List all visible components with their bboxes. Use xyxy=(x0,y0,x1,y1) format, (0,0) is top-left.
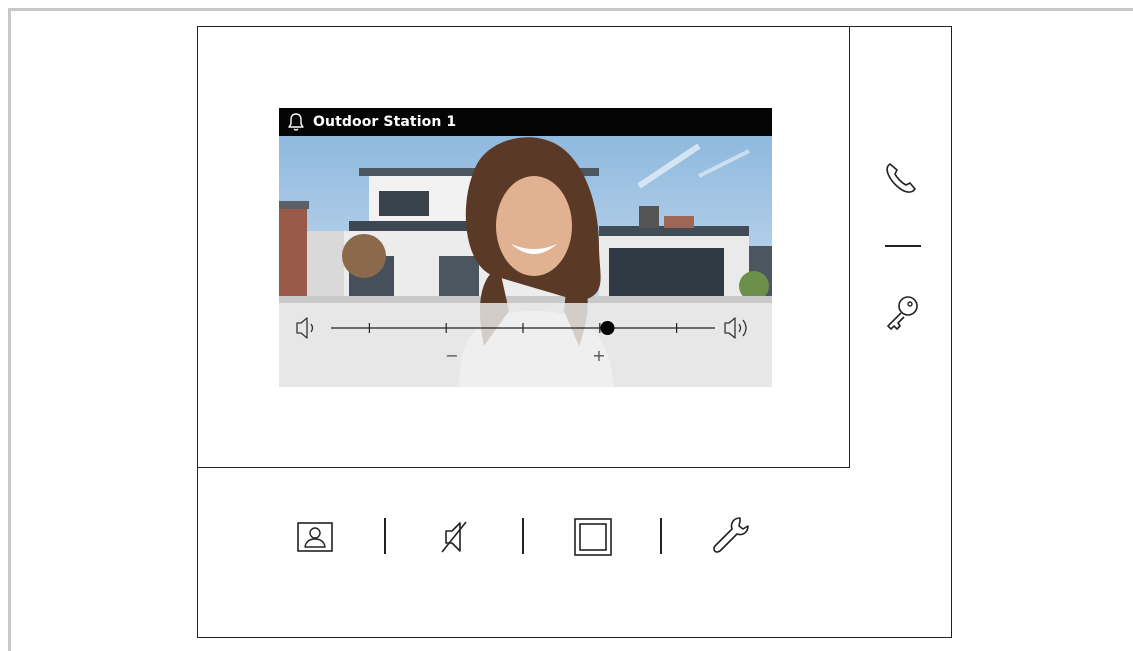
volume-control-bar: − + xyxy=(279,303,772,387)
key-icon[interactable] xyxy=(880,292,922,334)
side-divider xyxy=(885,245,921,247)
bell-icon xyxy=(288,113,304,131)
volume-minus-label[interactable]: − xyxy=(445,346,458,365)
square-icon[interactable] xyxy=(573,517,613,557)
phone-icon[interactable] xyxy=(882,158,922,198)
button-divider-3 xyxy=(660,518,662,554)
station-title: Outdoor Station 1 xyxy=(313,114,457,130)
frame-left-border xyxy=(8,8,11,651)
frame-top-border xyxy=(8,8,1133,11)
volume-slider[interactable]: − + xyxy=(279,303,772,387)
button-divider-1 xyxy=(384,518,386,554)
person-frame-icon[interactable] xyxy=(296,521,334,553)
video-display: Outdoor Station 1 − + xyxy=(279,108,772,387)
speaker-mute-icon[interactable] xyxy=(438,518,470,556)
volume-knob[interactable] xyxy=(600,321,615,335)
button-divider-2 xyxy=(522,518,524,554)
wrench-icon[interactable] xyxy=(710,514,754,558)
title-bar: Outdoor Station 1 xyxy=(279,108,772,136)
speaker-high-icon[interactable] xyxy=(724,317,747,339)
volume-plus-label[interactable]: + xyxy=(592,346,605,365)
speaker-low-icon[interactable] xyxy=(296,317,314,339)
